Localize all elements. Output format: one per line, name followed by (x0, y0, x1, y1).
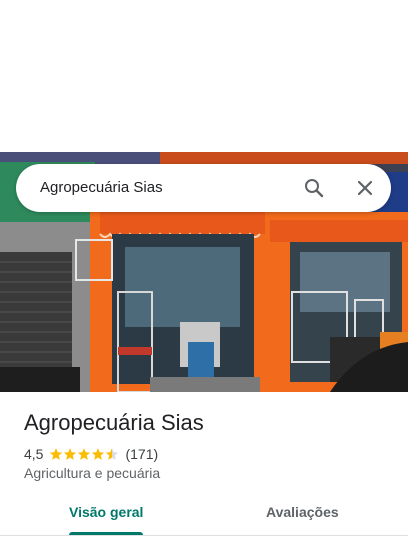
tab-overview[interactable]: Visão geral (69, 504, 143, 520)
star-half-icon (106, 448, 119, 460)
review-count[interactable]: (171) (125, 446, 158, 462)
map-top-blank-area (0, 0, 408, 152)
search-icon[interactable] (302, 176, 326, 200)
place-title: Agropecuária Sias (24, 410, 204, 435)
close-icon[interactable] (353, 176, 377, 200)
place-info-panel: Agropecuária Sias 4,5 (171) Agricultura … (0, 392, 408, 544)
place-category[interactable]: Agricultura e pecuária (24, 465, 160, 481)
star-full-icon (50, 448, 63, 460)
star-full-icon (92, 448, 105, 460)
search-bar[interactable]: Agropecuária Sias (16, 164, 391, 212)
rating-stars (49, 447, 119, 461)
tabs-divider (0, 535, 408, 536)
tab-reviews[interactable]: Avaliações (266, 504, 339, 520)
star-full-icon (64, 448, 77, 460)
rating-value: 4,5 (24, 446, 44, 462)
search-query-text[interactable]: Agropecuária Sias (40, 179, 163, 196)
star-full-icon (78, 448, 91, 460)
rating-row[interactable]: 4,5 (171) (24, 444, 158, 464)
